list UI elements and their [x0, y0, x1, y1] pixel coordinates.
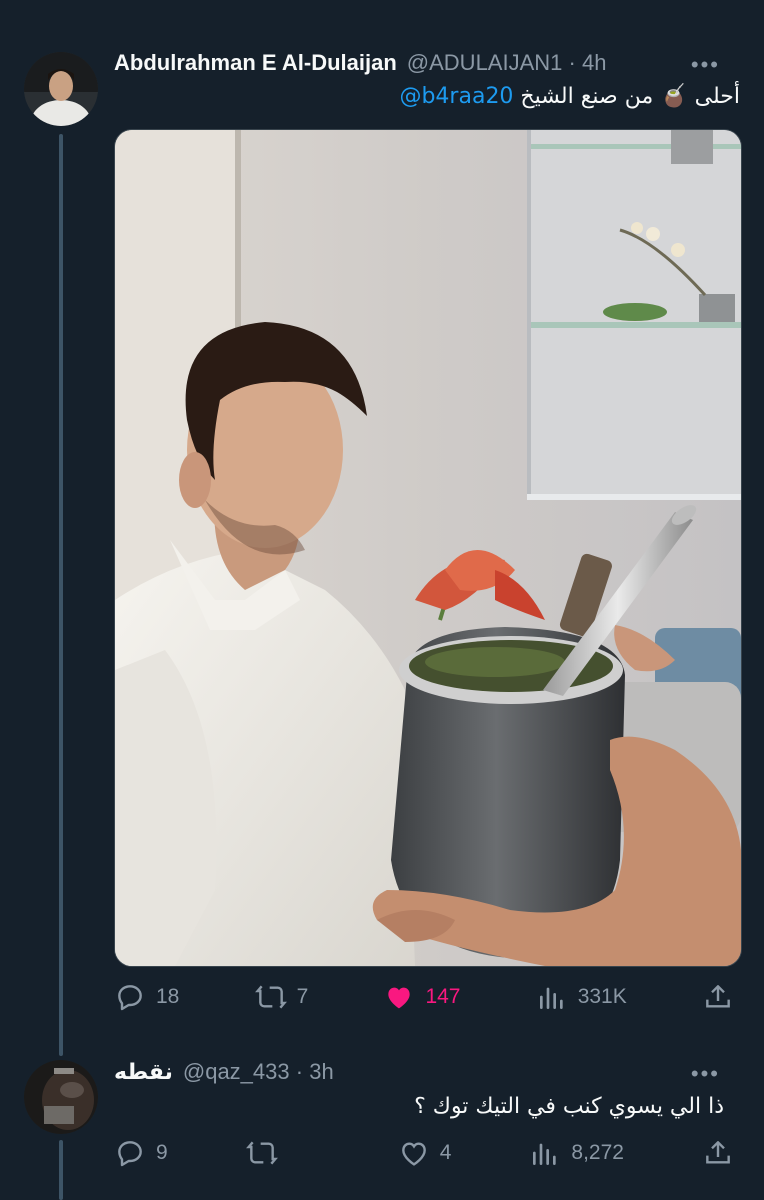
views-icon	[533, 1143, 557, 1165]
more-options-icon[interactable]: •••	[691, 1061, 720, 1087]
reply-count: 18	[156, 985, 180, 1008]
tweet-text: ذا الي يسوي كنب في التيك توك ؟	[414, 1094, 724, 1119]
share-button[interactable]	[702, 981, 734, 1013]
thread-line	[59, 134, 63, 1056]
like-count: 147	[425, 985, 461, 1008]
share-button[interactable]	[702, 1137, 734, 1169]
tweet[interactable]: Abdulrahman E Al-Dulaijan @ADULAIJAN1 · …	[0, 0, 764, 1056]
share-icon	[706, 985, 730, 1008]
tweet-actions: 18 7 147 331K	[114, 977, 740, 1017]
avatar[interactable]	[24, 52, 98, 126]
handle-text: @qaz_433	[182, 1059, 290, 1084]
tweet-text: أحلى 🧉 من صنع الشيخ @b4raa20	[114, 84, 740, 109]
author-handle[interactable]: @ADULAIJAN1 · 4h	[407, 50, 607, 76]
tweet-actions: 9 4 8,272	[114, 1133, 740, 1173]
dot-separator: ·	[295, 1059, 310, 1084]
text-part: من صنع الشيخ	[513, 84, 661, 109]
more-options-icon[interactable]: •••	[691, 52, 720, 78]
mention-link[interactable]: @b4raa20	[399, 84, 513, 109]
tweet-photo[interactable]	[114, 129, 742, 967]
views-count: 8,272	[571, 1141, 624, 1164]
author-handle[interactable]: @qaz_433 · 3h	[183, 1059, 334, 1085]
retweet-button[interactable]: 7	[254, 981, 309, 1013]
avatar-image	[24, 52, 98, 126]
views-button[interactable]: 8,272	[529, 1137, 624, 1169]
views-count: 331K	[577, 985, 627, 1008]
text-part: أحلى	[687, 84, 740, 109]
heart-filled-icon	[388, 987, 411, 1009]
tweet-header: نقطه @qaz_433 · 3h •••	[114, 1057, 744, 1087]
like-button[interactable]: 4	[398, 1137, 452, 1169]
handle-text: @ADULAIJAN1	[406, 50, 563, 75]
like-button[interactable]: 147	[383, 981, 461, 1013]
retweet-button[interactable]	[245, 1137, 288, 1169]
photo-illustration	[115, 130, 741, 966]
dot-separator: ·	[568, 50, 582, 75]
retweet-count: 7	[296, 985, 309, 1008]
reply-icon	[118, 985, 142, 1011]
mate-emoji-icon: 🧉	[660, 84, 688, 109]
reply-count: 9	[156, 1141, 168, 1164]
retweet-icon	[254, 985, 287, 1009]
author-name[interactable]: نقطه	[114, 1060, 173, 1085]
views-button[interactable]: 331K	[536, 981, 627, 1013]
reply-button[interactable]: 18	[114, 981, 179, 1013]
avatar[interactable]	[24, 1060, 98, 1134]
share-icon	[706, 1141, 730, 1164]
timestamp[interactable]: 3h	[309, 1059, 333, 1084]
like-count: 4	[439, 1141, 452, 1164]
retweet-icon	[245, 1141, 278, 1165]
views-icon	[539, 987, 563, 1009]
reply-icon	[118, 1141, 142, 1167]
avatar-image	[24, 1060, 98, 1134]
tweet[interactable]: نقطه @qaz_433 · 3h ••• ذا الي يسوي كنب ف…	[0, 1050, 764, 1200]
tweet-header: Abdulrahman E Al-Dulaijan @ADULAIJAN1 · …	[114, 48, 744, 78]
thread-line	[59, 1140, 63, 1200]
author-name[interactable]: Abdulrahman E Al-Dulaijan	[114, 50, 397, 76]
heart-icon	[401, 1142, 426, 1166]
reply-button[interactable]: 9	[114, 1137, 168, 1169]
timestamp[interactable]: 4h	[582, 50, 606, 75]
